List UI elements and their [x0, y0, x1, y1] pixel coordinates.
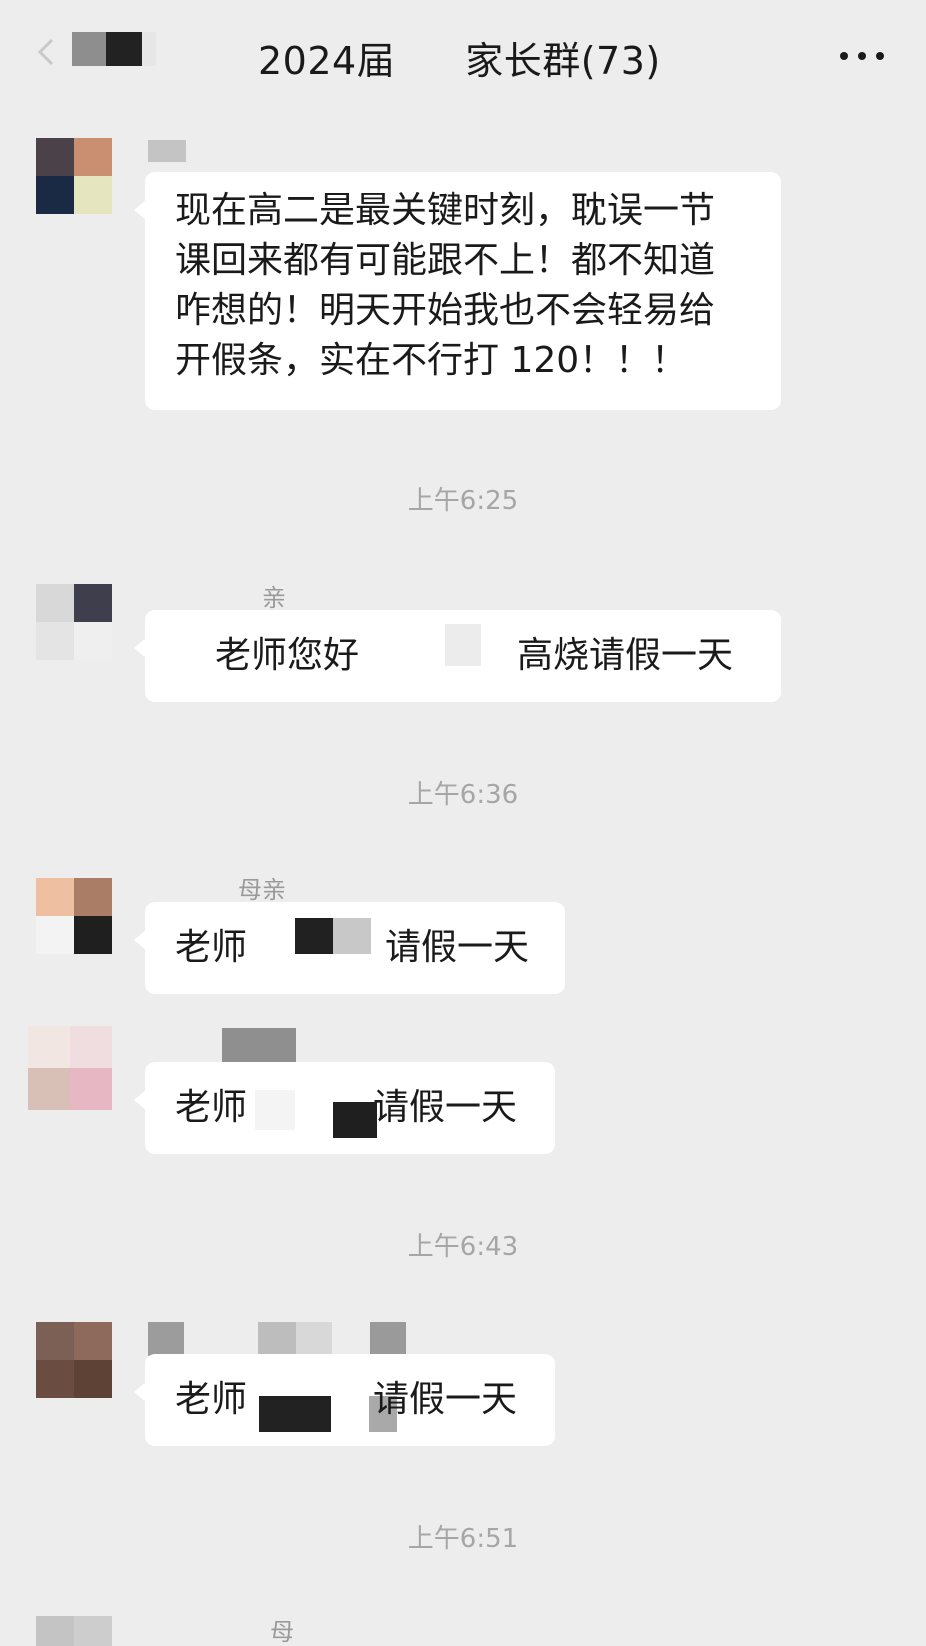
chat-header: 2024届 家长群(73)	[0, 0, 926, 112]
sender-name-redacted	[296, 1322, 332, 1356]
message-text: 高烧请假一天	[517, 635, 734, 676]
avatar[interactable]	[36, 1616, 112, 1646]
message-text: 老师	[175, 1087, 248, 1128]
avatar[interactable]	[36, 138, 112, 214]
message-bubble[interactable]: 老师 请假一天	[134, 902, 565, 994]
message-text: 老师	[175, 1379, 248, 1420]
more-dots-icon[interactable]	[838, 44, 886, 68]
redacted-block	[106, 32, 142, 66]
message-text: 老师您好	[215, 635, 360, 676]
message-line: 开假条，实在不行打 120！！！	[175, 340, 688, 381]
avatar[interactable]	[36, 1322, 112, 1398]
avatar[interactable]	[36, 584, 112, 660]
message-text: 请假一天	[385, 927, 530, 968]
message-bubble[interactable]: 老师 请假一天	[134, 1062, 555, 1154]
redacted-block	[255, 1090, 295, 1130]
sender-name-redacted	[222, 1028, 296, 1064]
timestamp: 上午6:43	[407, 1232, 519, 1262]
sender-name-redacted	[148, 140, 186, 162]
sender-name: 母亲	[238, 876, 286, 904]
message-bubble[interactable]: 老师您好 高烧请假一天	[134, 610, 781, 702]
chat-screen: 2024届 家长群(73) 现在高二是最关键时刻，耽误一节 课回来都有可能跟不上！…	[0, 0, 926, 1646]
chat-title: 2024届 家长群(73)	[258, 30, 661, 85]
timestamp: 上午6:36	[407, 780, 519, 810]
redacted-block	[259, 1396, 331, 1432]
title-prefix: 2024届	[258, 39, 396, 83]
sender-name-redacted	[370, 1322, 406, 1356]
redacted-block	[333, 1102, 377, 1138]
chevron-left-icon[interactable]	[34, 36, 58, 68]
message-bubble[interactable]: 老师 请假一天	[134, 1354, 555, 1446]
sender-name-redacted	[148, 1322, 184, 1356]
title-suffix: 家长群(73)	[465, 39, 661, 83]
message-line: 咋想的！明天开始我也不会轻易给	[175, 290, 716, 331]
redacted-block	[295, 918, 333, 954]
redacted-block	[445, 624, 481, 666]
redacted-block	[333, 918, 371, 954]
redacted-block	[72, 32, 106, 66]
sender-name: 亲	[262, 584, 286, 612]
sender-name: 母	[270, 1618, 294, 1646]
message-line: 现在高二是最关键时刻，耽误一节	[175, 190, 716, 231]
avatar[interactable]	[36, 878, 112, 954]
timestamp: 上午6:25	[407, 486, 519, 516]
message-text: 老师	[175, 927, 248, 968]
avatar[interactable]	[28, 1026, 112, 1110]
redacted-block	[142, 32, 156, 66]
message-line: 课回来都有可能跟不上！都不知道	[175, 240, 716, 281]
message-text: 请假一天	[373, 1087, 518, 1128]
message-bubble[interactable]: 现在高二是最关键时刻，耽误一节 课回来都有可能跟不上！都不知道 咋想的！明天开始…	[134, 172, 781, 410]
message-text: 请假一天	[373, 1379, 518, 1420]
sender-name-redacted	[258, 1322, 296, 1356]
timestamp: 上午6:51	[407, 1524, 519, 1554]
